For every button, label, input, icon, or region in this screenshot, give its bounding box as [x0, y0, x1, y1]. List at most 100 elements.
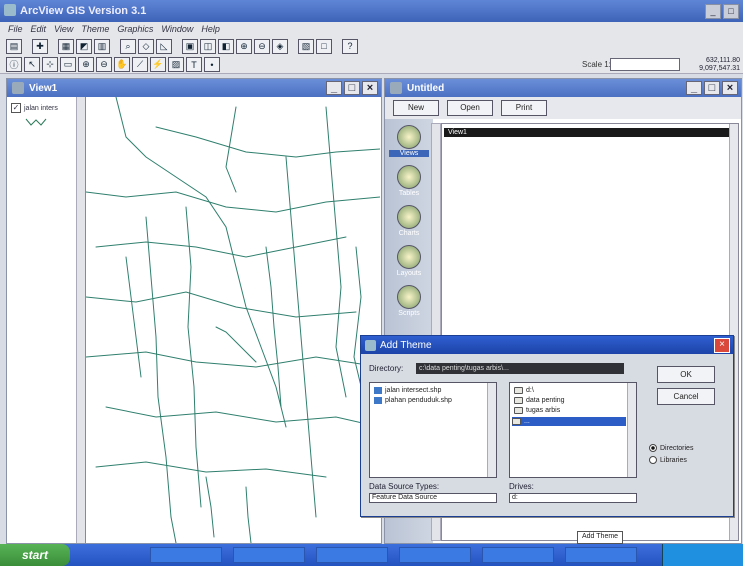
app-minimize-button[interactable]: _ [705, 3, 721, 19]
taskbar-item[interactable] [399, 547, 471, 563]
project-close-button[interactable]: × [722, 81, 738, 95]
clear-selection-icon[interactable]: □ [316, 38, 332, 54]
map-canvas[interactable] [86, 97, 381, 543]
ok-button[interactable]: OK [657, 366, 715, 383]
system-tray [662, 544, 743, 566]
app-maximize-button[interactable]: □ [723, 3, 739, 19]
taskbar-item[interactable] [150, 547, 222, 563]
folder-item[interactable]: d:\ [514, 387, 534, 394]
file-item[interactable]: plahan penduduk.shp [374, 397, 452, 404]
dialog-close-button[interactable]: × [714, 337, 730, 353]
charts-icon [397, 205, 421, 229]
query-builder-icon[interactable]: ◇ [138, 38, 154, 54]
dialog-title-bar[interactable]: Add Theme × [361, 336, 733, 354]
find-icon[interactable]: ⌕ [120, 38, 136, 54]
shapefile-icon [374, 387, 382, 394]
view-window-title-bar[interactable]: View1 _ □ × [7, 79, 381, 97]
menu-window[interactable]: Window [161, 24, 193, 34]
pan-icon[interactable]: ✋ [114, 57, 130, 72]
folder-list: d:\ data penting tugas arbis ... [509, 382, 637, 478]
select-features-icon[interactable]: ▧ [298, 38, 314, 54]
theme-properties-icon[interactable]: ▦ [58, 38, 74, 54]
menu-theme[interactable]: Theme [81, 24, 109, 34]
locate-icon[interactable]: ◺ [156, 38, 172, 54]
dialog-title: Add Theme [380, 339, 432, 351]
scale-input[interactable] [610, 58, 680, 71]
document-list-item-view1[interactable]: View1 [444, 128, 736, 137]
vertex-edit-icon[interactable]: ⊹ [42, 57, 58, 72]
theme-entry[interactable]: ✓ jalan inters [11, 103, 58, 113]
menu-help[interactable]: Help [201, 24, 220, 34]
doc-type-charts[interactable]: Charts [389, 205, 429, 237]
zoom-previous-icon[interactable]: ◈ [272, 38, 288, 54]
project-minimize-button[interactable]: _ [686, 81, 702, 95]
source-type-select[interactable]: Feature Data Source [369, 493, 497, 503]
view-minimize-button[interactable]: _ [326, 81, 342, 95]
line-symbol-icon [25, 118, 47, 126]
coord-x: 632,111.80 [706, 57, 740, 64]
taskbar-item[interactable] [316, 547, 388, 563]
arcview-app-icon [4, 4, 16, 16]
source-types-label: Data Source Types: [369, 482, 440, 491]
area-select-icon[interactable]: ▨ [168, 57, 184, 72]
file-item[interactable]: jalan intersect.shp [374, 387, 441, 394]
add-theme-dialog: Add Theme × Directory: c:\data penting\t… [360, 335, 734, 517]
open-button[interactable]: Open [447, 100, 493, 116]
taskbar-item[interactable] [482, 547, 554, 563]
radio-libraries[interactable]: Libraries [649, 456, 687, 464]
folder-open-icon [512, 418, 521, 425]
measure-icon[interactable]: ⟋ [132, 57, 148, 72]
cancel-button[interactable]: Cancel [657, 388, 715, 405]
open-table-icon[interactable]: ▥ [94, 38, 110, 54]
view-close-button[interactable]: × [362, 81, 378, 95]
theme-visibility-checkbox[interactable]: ✓ [11, 103, 21, 113]
new-button[interactable]: New [393, 100, 439, 116]
drive-select[interactable]: d: [509, 493, 637, 503]
directory-field: c:\data penting\tugas arbis\... [416, 363, 624, 374]
folder-item[interactable]: tugas arbis [514, 407, 560, 414]
doc-type-layouts[interactable]: Layouts [389, 245, 429, 277]
menu-edit[interactable]: Edit [31, 24, 47, 34]
project-window-title-bar[interactable]: Untitled _ □ × [385, 79, 741, 97]
shapefile-icon [374, 397, 382, 404]
menu-view[interactable]: View [54, 24, 73, 34]
radio-directories[interactable]: Directories [649, 444, 693, 452]
zoom-full-icon[interactable]: ▣ [182, 38, 198, 54]
zoom-selected-icon[interactable]: ◧ [218, 38, 234, 54]
toc-scrollbar[interactable] [76, 97, 85, 543]
text-tool-icon[interactable]: T [186, 57, 202, 72]
folder-item[interactable]: data penting [514, 397, 565, 404]
project-maximize-button[interactable]: □ [704, 81, 720, 95]
zoom-in-tool-icon[interactable]: ⊕ [78, 57, 94, 72]
zoom-active-icon[interactable]: ◫ [200, 38, 216, 54]
draw-tool-icon[interactable]: • [204, 57, 220, 72]
zoom-in-icon[interactable]: ⊕ [236, 38, 252, 54]
hotlink-icon[interactable]: ⚡ [150, 57, 166, 72]
help-icon[interactable]: ? [342, 38, 358, 54]
project-button-row: New Open Print [385, 97, 741, 119]
start-button[interactable]: start [0, 544, 70, 566]
select-icon[interactable]: ▭ [60, 57, 76, 72]
zoom-out-tool-icon[interactable]: ⊖ [96, 57, 112, 72]
taskbar-item[interactable] [565, 547, 637, 563]
zoom-out-icon[interactable]: ⊖ [254, 38, 270, 54]
folder-item-selected[interactable]: ... [512, 417, 626, 426]
add-theme-icon[interactable]: ✚ [32, 38, 48, 54]
menu-file[interactable]: File [8, 24, 23, 34]
view-maximize-button[interactable]: □ [344, 81, 360, 95]
save-icon[interactable]: ▤ [6, 38, 22, 54]
file-list-scrollbar[interactable] [487, 383, 496, 477]
doc-type-scripts[interactable]: Scripts [389, 285, 429, 317]
taskbar-item[interactable] [233, 547, 305, 563]
edit-legend-icon[interactable]: ◩ [76, 38, 92, 54]
doc-type-tables[interactable]: Tables [389, 165, 429, 197]
doc-type-views[interactable]: Views [389, 125, 429, 157]
pointer-icon[interactable]: ↖ [24, 57, 40, 72]
identify-icon[interactable]: ⓘ [6, 57, 22, 72]
print-button[interactable]: Print [501, 100, 547, 116]
menu-graphics[interactable]: Graphics [117, 24, 153, 34]
folder-list-scrollbar[interactable] [627, 383, 636, 477]
folder-open-icon [514, 387, 523, 394]
layouts-icon [397, 245, 421, 269]
drives-label: Drives: [509, 482, 534, 491]
